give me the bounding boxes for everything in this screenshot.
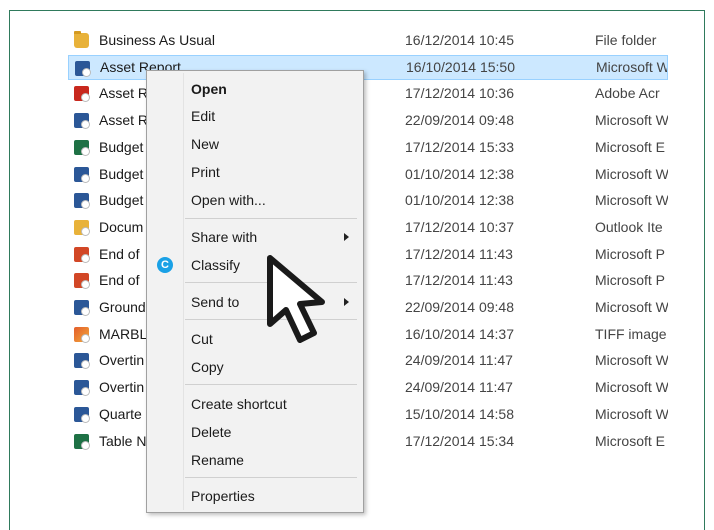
menu-separator <box>185 477 357 478</box>
file-row[interactable]: Business As Usual 16/12/2014 10:45 File fo… <box>68 28 668 53</box>
folder-icon <box>74 31 89 48</box>
menu-item-properties[interactable]: Properties <box>147 483 363 509</box>
word-doc-icon <box>74 380 90 397</box>
menu-item-label: Print <box>191 164 220 180</box>
file-name: Budget <box>99 165 144 182</box>
file-date-modified: 17/12/2014 11:43 <box>405 245 513 262</box>
powerpoint-icon <box>74 246 90 263</box>
word-doc-icon <box>74 300 90 316</box>
menu-item-label: Open with... <box>191 192 266 208</box>
file-type: Microsoft W <box>595 352 668 369</box>
file-type: File folder <box>595 32 657 48</box>
menu-item-new[interactable]: New <box>147 131 363 157</box>
file-type: Microsoft E <box>595 432 666 449</box>
menu-item-rename[interactable]: Rename <box>147 447 363 473</box>
menu-item-share-with[interactable]: Share with <box>147 224 363 250</box>
file-date-modified: 01/10/2014 12:38 <box>405 192 514 209</box>
file-name: Overtin <box>99 352 145 369</box>
file-name: Budget <box>99 192 144 209</box>
file-type: Microsoft W <box>595 192 668 209</box>
menu-item-label: Share with <box>191 229 258 245</box>
file-date-modified: 16/10/2014 14:37 <box>405 325 514 342</box>
menu-item-label: Send to <box>191 294 240 310</box>
menu-separator <box>185 218 357 219</box>
menu-item-delete[interactable]: Delete <box>147 419 363 445</box>
word-doc-icon <box>74 353 90 370</box>
file-name: Business As Usual <box>99 32 215 48</box>
file-date-modified: 01/10/2014 12:38 <box>405 165 514 182</box>
file-name: Asset R <box>99 112 149 129</box>
file-name: Budget <box>99 138 144 155</box>
classify-icon: C <box>157 257 173 273</box>
file-type: Microsoft W <box>595 112 668 129</box>
file-date-modified: 22/09/2014 09:48 <box>405 112 514 129</box>
file-date-modified: 24/09/2014 11:47 <box>405 352 513 369</box>
menu-item-label: Edit <box>191 108 216 124</box>
menu-item-label: Create shortcut <box>191 396 287 412</box>
file-name: MARBL <box>99 325 148 342</box>
file-date-modified: 22/09/2014 09:48 <box>405 299 514 315</box>
submenu-arrow-icon <box>344 298 349 306</box>
file-date-modified: 16/12/2014 10:45 <box>405 32 514 48</box>
word-doc-icon <box>74 193 90 210</box>
file-type: TIFF image <box>595 325 667 342</box>
file-date-modified: 17/12/2014 10:37 <box>405 218 514 235</box>
file-type: Microsoft P <box>595 272 666 289</box>
menu-separator <box>185 384 357 385</box>
menu-item-label: New <box>191 136 220 152</box>
menu-item-open-with[interactable]: Open with... <box>147 187 363 213</box>
menu-item-edit[interactable]: Edit <box>147 103 363 129</box>
file-date-modified: 17/12/2014 10:36 <box>405 85 514 102</box>
file-name: End of <box>99 245 140 262</box>
menu-item-label: Rename <box>191 452 244 468</box>
submenu-arrow-icon <box>344 233 349 241</box>
file-type: Microsoft E <box>595 138 666 155</box>
file-name: End of <box>99 272 140 289</box>
menu-item-open[interactable]: Open <box>147 76 363 102</box>
file-type: Adobe Acr <box>595 85 660 102</box>
outlook-item-icon <box>74 219 90 236</box>
file-type: Microsoft W <box>595 299 668 315</box>
pdf-icon <box>74 86 90 103</box>
file-type: Microsoft W <box>596 58 668 75</box>
menu-item-print[interactable]: Print <box>147 159 363 185</box>
file-date-modified: 17/12/2014 15:33 <box>405 138 514 155</box>
menu-item-label: Classify <box>191 257 241 273</box>
menu-item-create-shortcut[interactable]: Create shortcut <box>147 391 363 417</box>
menu-item-label: Delete <box>191 424 232 440</box>
file-name: Ground <box>99 299 146 315</box>
mouse-pointer-icon <box>267 255 325 343</box>
file-date-modified: 24/09/2014 11:47 <box>405 379 513 396</box>
powerpoint-icon <box>74 273 90 290</box>
excel-icon <box>74 433 90 450</box>
file-date-modified: 17/12/2014 11:43 <box>405 272 513 289</box>
file-date-modified: 17/12/2014 15:34 <box>405 432 514 449</box>
word-doc-icon <box>74 113 90 130</box>
menu-item-label: Copy <box>191 359 224 375</box>
file-name: Table N <box>99 432 147 449</box>
menu-item-label: Open <box>191 81 227 97</box>
excel-icon <box>74 139 90 156</box>
file-type: Microsoft W <box>595 165 668 182</box>
file-type: Microsoft W <box>595 405 668 422</box>
word-doc-icon <box>74 166 90 183</box>
file-date-modified: 16/10/2014 15:50 <box>406 58 515 75</box>
word-doc-icon <box>74 406 90 423</box>
file-type: Microsoft P <box>595 245 666 262</box>
menu-item-copy[interactable]: Copy <box>147 354 363 380</box>
file-name: Overtin <box>99 379 145 396</box>
menu-item-label: Properties <box>191 488 255 504</box>
tiff-image-icon <box>74 326 90 343</box>
file-name: Quarte <box>99 405 142 422</box>
file-name: Docum <box>99 218 144 235</box>
file-type: Microsoft W <box>595 379 668 396</box>
menu-item-label: Cut <box>191 331 213 347</box>
file-date-modified: 15/10/2014 14:58 <box>405 405 514 422</box>
file-name: Asset R <box>99 85 149 102</box>
file-type: Outlook Ite <box>595 218 663 235</box>
word-doc-icon <box>75 60 91 77</box>
